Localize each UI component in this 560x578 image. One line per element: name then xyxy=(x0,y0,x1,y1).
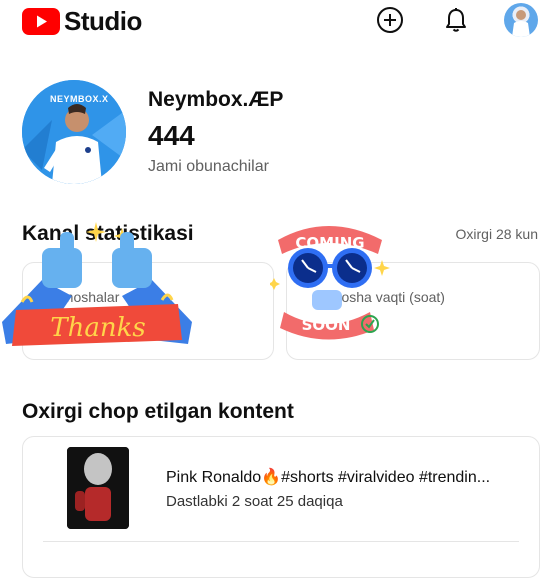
thumbs-up-sticker-icon: Thanks xyxy=(2,222,192,346)
soon-text: SOON xyxy=(302,316,351,334)
channel-name: Neymbox.ÆP xyxy=(148,88,284,111)
video-thumbnail[interactable] xyxy=(67,447,129,529)
video-title[interactable]: Pink Ronaldo🔥#shorts #viralvideo #trendi… xyxy=(166,467,516,487)
youtube-logo-icon xyxy=(22,8,60,35)
video-time: Dastlabki 2 soat 25 daqiqa xyxy=(166,493,343,510)
bell-icon[interactable] xyxy=(442,6,470,34)
app-name: Studio xyxy=(64,6,142,36)
thanks-sticker: Thanks xyxy=(2,222,192,346)
create-icon[interactable] xyxy=(376,6,404,34)
account-avatar[interactable] xyxy=(504,3,538,37)
studio-logo[interactable]: Studio xyxy=(22,6,142,37)
thanks-text: Thanks xyxy=(50,313,145,343)
coming-soon-sticker-icon: COMING SOON xyxy=(268,226,390,340)
top-bar: Studio xyxy=(0,0,560,40)
latest-content-title: Oxirgi chop etilgan kontent xyxy=(22,400,294,423)
coming-soon-sticker: COMING SOON xyxy=(268,212,400,342)
player-figure-icon xyxy=(512,10,530,37)
thumbnail-image xyxy=(67,447,129,529)
subscriber-label: Jami obunachilar xyxy=(148,158,269,175)
stats-period: Oxirgi 28 kun xyxy=(455,226,538,242)
channel-avatar[interactable]: NEYMBOX.X xyxy=(22,80,126,184)
subscriber-count: 444 xyxy=(148,120,195,151)
card-divider xyxy=(43,541,519,542)
latest-content-card[interactable]: Pink Ronaldo🔥#shorts #viralvideo #trendi… xyxy=(22,436,540,578)
channel-avatar-text: NEYMBOX.X xyxy=(50,94,109,104)
